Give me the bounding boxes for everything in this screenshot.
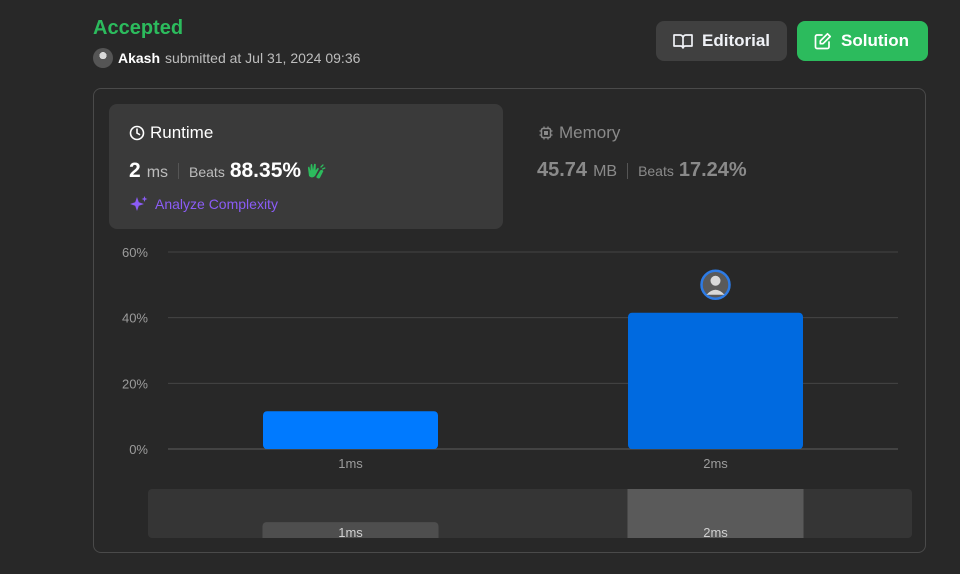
bar[interactable] [628, 312, 803, 449]
navigator-label: 1ms [338, 525, 363, 538]
y-tick-label: 40% [122, 311, 148, 326]
user-avatar-marker [700, 269, 731, 300]
avatar-head [710, 275, 721, 286]
navigator-label: 2ms [703, 525, 728, 538]
runtime-distribution-chart[interactable]: 0% 20% 40% 60% 1ms 2ms [0, 0, 960, 574]
bar[interactable] [263, 411, 438, 449]
x-tick-label: 1ms [338, 456, 363, 471]
y-tick-label: 0% [129, 442, 148, 457]
x-tick-label: 2ms [703, 456, 728, 471]
chart-navigator[interactable]: 1ms 2ms [148, 489, 912, 538]
y-tick-label: 20% [122, 376, 148, 391]
y-tick-label: 60% [122, 245, 148, 260]
navigator-svg: 1ms 2ms [262, 489, 804, 538]
